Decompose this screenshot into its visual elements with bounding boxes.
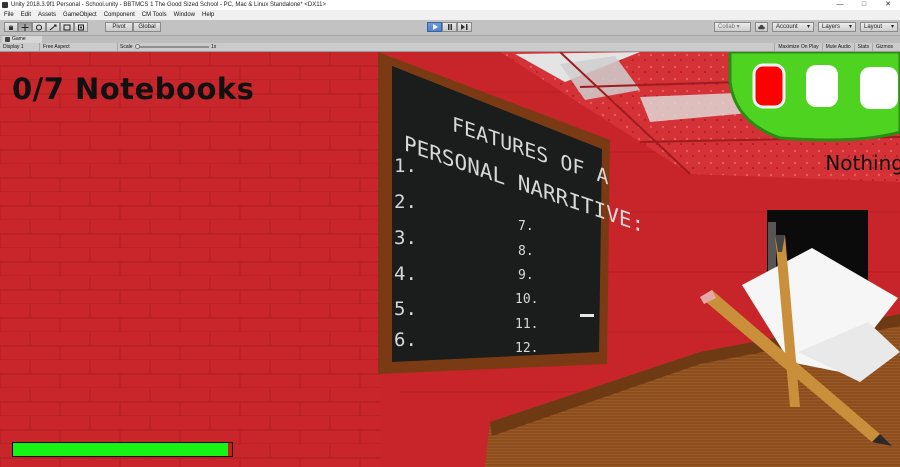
move-icon: [21, 23, 29, 31]
minimize-button[interactable]: —: [828, 0, 852, 10]
window-controls: — □ ✕: [828, 0, 900, 10]
transform-tools: [4, 22, 88, 32]
move-tool-button[interactable]: [18, 22, 32, 32]
game-view-toggles: Maximize On Play Mute Audio Stats Gizmos: [774, 43, 896, 51]
close-button[interactable]: ✕: [876, 0, 900, 10]
cloud-button[interactable]: [755, 22, 768, 32]
menu-cm-tools[interactable]: CM Tools: [139, 10, 170, 20]
main-toolbar: Pivot Global Collab ▾ Account ▾ Layers ▾ L…: [0, 20, 900, 36]
game-view[interactable]: FEATURES OF A PERSONAL NARRITIVE: 1. 2. …: [0, 52, 900, 467]
left-wall: [0, 52, 400, 467]
stamina-fill: [13, 443, 228, 456]
pivot-toggle[interactable]: Pivot: [105, 22, 133, 32]
game-view-controls: Display 1 Free Aspect Scale 1x Maximize …: [0, 43, 900, 52]
maximize-button[interactable]: □: [852, 0, 876, 10]
global-label: Global: [138, 24, 156, 30]
scale-slider-handle[interactable]: [135, 44, 140, 49]
transform-icon: [78, 24, 84, 30]
chalk-number: 3.: [394, 227, 417, 249]
right-toolbar: Collab ▾ Account ▾ Layers ▾ Layout ▾: [714, 22, 898, 32]
collab-dropdown[interactable]: Collab ▾: [714, 22, 751, 32]
rect-tool-button[interactable]: [60, 22, 74, 32]
layout-dropdown[interactable]: Layout ▾: [860, 22, 898, 32]
menu-component[interactable]: Component: [101, 10, 138, 20]
chalk-number: 1.: [394, 155, 417, 177]
display-label: Display 1: [3, 44, 24, 50]
game-scene: FEATURES OF A PERSONAL NARRITIVE: 1. 2. …: [0, 52, 900, 467]
pivot-controls: Pivot Global: [105, 22, 161, 32]
step-button[interactable]: [457, 22, 472, 32]
scale-value: 1x: [211, 44, 217, 50]
account-dropdown[interactable]: Account ▾: [772, 22, 814, 32]
chalk-number: 8.: [518, 244, 534, 259]
pause-button[interactable]: [442, 22, 457, 32]
rotate-icon: [36, 24, 42, 30]
layers-label: Layers: [822, 24, 841, 30]
chalk-number: 4.: [394, 263, 417, 285]
pause-icon: [447, 24, 452, 30]
chevron-down-icon: ▾: [848, 24, 852, 30]
scale-slider[interactable]: [135, 44, 209, 49]
item-name-label: Nothing: [825, 151, 900, 175]
menu-window[interactable]: Window: [171, 10, 198, 20]
account-label: Account: [776, 24, 798, 30]
playback-controls: [427, 22, 472, 32]
game-icon: [5, 37, 10, 42]
stats-toggle[interactable]: Stats: [853, 43, 872, 51]
item-slot-3[interactable]: [860, 67, 898, 109]
collab-label: Collab ▾: [718, 24, 740, 30]
maximize-on-play-toggle[interactable]: Maximize On Play: [774, 43, 821, 51]
notebook-counter: 0/7 Notebooks: [12, 72, 255, 106]
menu-file[interactable]: File: [1, 10, 17, 20]
item-slot-1[interactable]: [752, 63, 786, 109]
hand-tool-button[interactable]: [4, 22, 18, 32]
aspect-label: Free Aspect: [43, 44, 70, 50]
unity-logo-icon: [2, 2, 8, 8]
stamina-bar: [12, 442, 233, 457]
game-tab-strip: Game: [0, 36, 900, 43]
menu-edit[interactable]: Edit: [18, 10, 34, 20]
tab-game-label: Game: [12, 36, 26, 42]
chalk-number: 10.: [515, 292, 538, 307]
transform-tool-button[interactable]: [74, 22, 88, 32]
chalk-number: 5.: [394, 298, 417, 320]
aspect-dropdown[interactable]: Free Aspect: [40, 43, 118, 51]
rect-icon: [63, 24, 71, 30]
play-icon: [432, 24, 438, 30]
chevron-down-icon: ▾: [890, 24, 894, 30]
gizmos-dropdown[interactable]: Gizmos: [872, 43, 896, 51]
layout-label: Layout: [864, 24, 883, 30]
chalk-number: 2.: [394, 191, 417, 213]
hand-icon: [9, 24, 13, 30]
cloud-icon: [758, 24, 765, 30]
menu-assets[interactable]: Assets: [35, 10, 59, 20]
layers-dropdown[interactable]: Layers ▾: [818, 22, 856, 32]
pivot-label: Pivot: [112, 24, 126, 30]
item-slot-2[interactable]: [806, 65, 838, 107]
menu-help[interactable]: Help: [199, 10, 217, 20]
step-icon: [461, 24, 468, 30]
menu-gameobject[interactable]: GameObject: [60, 10, 100, 20]
chalk-number: 7.: [518, 219, 534, 234]
play-button[interactable]: [427, 22, 442, 32]
scale-icon: [49, 24, 57, 30]
window-title: Unity 2018.3.9f1 Personal - School.unity…: [11, 2, 326, 8]
scale-tool-button[interactable]: [46, 22, 60, 32]
chalk-number: 6.: [394, 329, 417, 351]
chalk-number: 11.: [515, 317, 538, 332]
scale-label: Scale: [120, 44, 133, 50]
chevron-down-icon: ▾: [806, 24, 810, 30]
display-dropdown[interactable]: Display 1: [0, 43, 40, 51]
chalk-number: 9.: [518, 268, 534, 283]
chalk-number: 12.: [515, 341, 538, 356]
mute-audio-toggle[interactable]: Mute Audio: [821, 43, 854, 51]
rotate-tool-button[interactable]: [32, 22, 46, 32]
menu-bar: File Edit Assets GameObject Component CM…: [0, 10, 900, 20]
global-toggle[interactable]: Global: [133, 22, 161, 32]
tab-game[interactable]: Game: [2, 36, 42, 43]
